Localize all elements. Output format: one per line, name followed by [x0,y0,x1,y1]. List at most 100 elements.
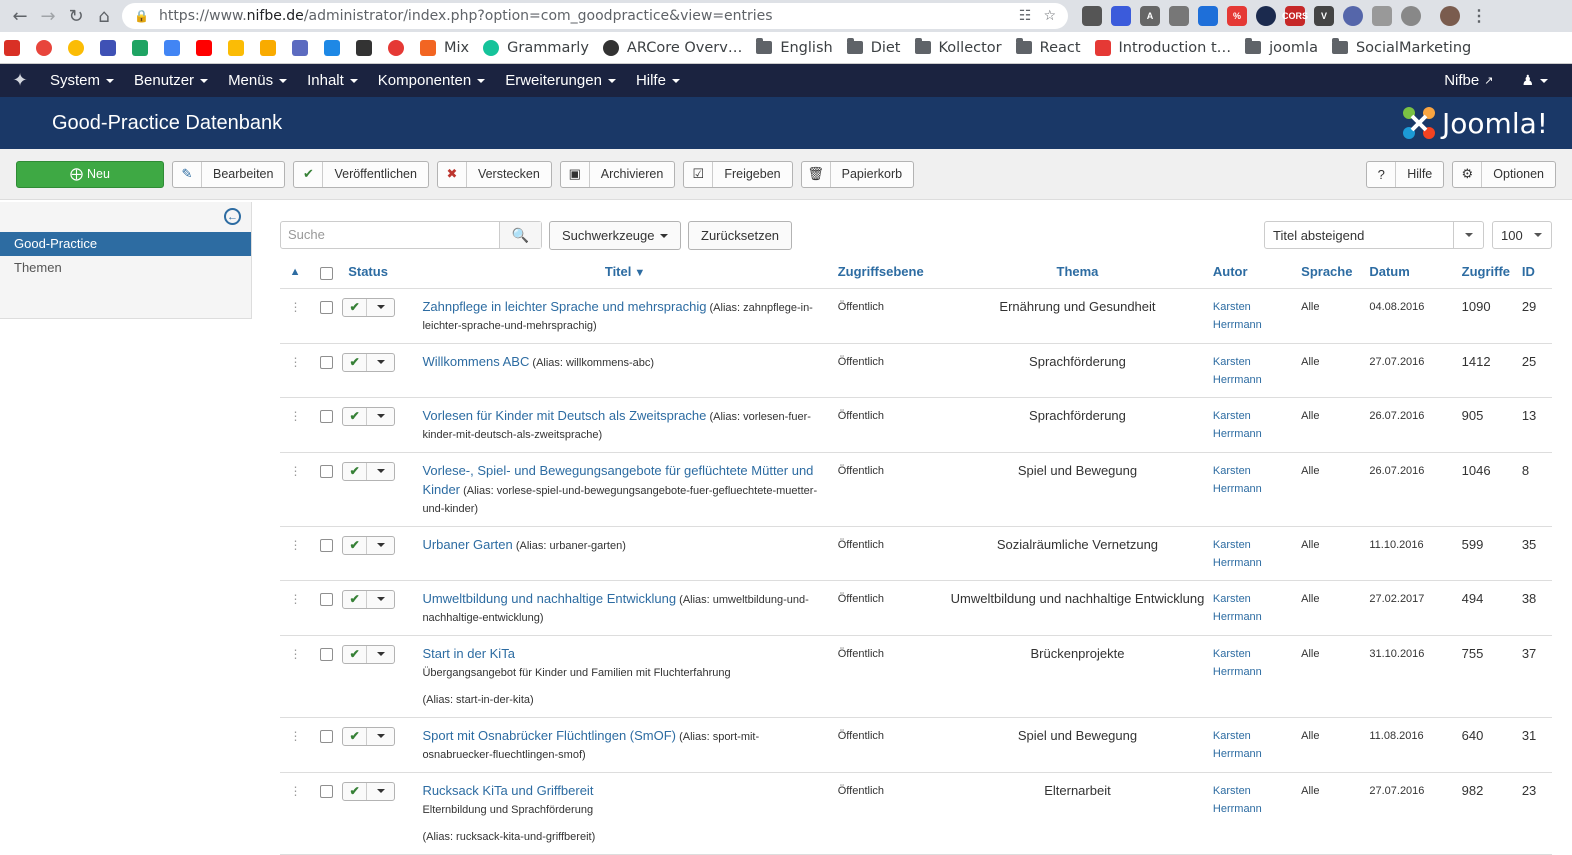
drag-handle-icon[interactable]: ⋮ [280,288,311,344]
author-link[interactable]: Karsten Herrmann [1213,593,1262,623]
status-dropdown-icon[interactable] [367,299,394,316]
bookmark-dots-icon[interactable] [388,39,404,56]
browser-menu-icon[interactable]: ⋮ [1469,6,1489,26]
extension-globe-icon[interactable] [1343,6,1363,26]
joomla-logo-icon[interactable]: ✦ [0,70,40,91]
status-toggle[interactable]: ✔ [342,726,396,746]
status-dropdown-icon[interactable] [367,646,394,663]
bookmark-mix[interactable]: Mix [420,39,469,56]
author-header[interactable]: Autor [1212,264,1302,289]
status-dropdown-icon[interactable] [367,728,394,745]
site-link[interactable]: Nifbe ↗ [1426,72,1511,89]
row-checkbox[interactable] [319,647,333,661]
published-check-icon[interactable]: ✔ [343,298,368,316]
bookmark-folder-socialmarketing[interactable]: SocialMarketing [1331,38,1471,56]
extension-power-icon[interactable] [1401,6,1421,26]
published-check-icon[interactable]: ✔ [343,727,368,745]
bookmark-flag-icon[interactable] [100,39,116,56]
row-checkbox[interactable] [319,464,333,478]
access-header[interactable]: Zugriffsebene [837,264,943,289]
drive-bookmark-icon[interactable] [132,39,148,56]
row-checkbox[interactable] [319,538,333,552]
published-check-icon[interactable]: ✔ [343,536,368,554]
status-dropdown-icon[interactable] [367,463,394,480]
author-link[interactable]: Karsten Herrmann [1213,785,1262,815]
sort-select[interactable]: Titel absteigend [1264,221,1484,249]
entry-title-link[interactable]: Vorlesen für Kinder mit Deutsch als Zwei… [422,408,706,423]
search-input[interactable]: Suche [281,222,499,248]
status-toggle[interactable]: ✔ [342,406,396,426]
home-icon[interactable]: ⌂ [90,2,118,30]
star-icon[interactable]: ☆ [1043,8,1056,24]
youtube-bookmark-icon[interactable] [196,39,212,56]
author-link[interactable]: Karsten Herrmann [1213,410,1262,440]
menu-hilfe[interactable]: Hilfe [626,72,690,89]
drag-handle-icon[interactable]: ⋮ [280,452,311,527]
entry-title-link[interactable]: Start in der KiTa [422,646,515,661]
checkin-button[interactable]: ☑ Freigeben [683,160,793,188]
bookmark-folder-joomla[interactable]: joomla [1245,38,1318,56]
status-toggle[interactable]: ✔ [342,781,396,801]
reset-button[interactable]: Zurücksetzen [688,221,793,250]
drag-handle-icon[interactable]: ⋮ [280,717,311,773]
profile-avatar[interactable] [1440,6,1460,26]
status-dropdown-icon[interactable] [367,537,394,554]
bookmark-folder-kollector[interactable]: Kollector [914,38,1002,56]
extension-cube-icon[interactable] [1082,6,1102,26]
unpublish-button[interactable]: ✖ Verstecken [436,160,552,188]
limit-select[interactable]: 100 [1492,221,1552,249]
bookmark-folder-react[interactable]: React [1015,38,1081,56]
edit-button[interactable]: ✎ Bearbeiten [172,160,286,188]
status-toggle[interactable]: ✔ [342,461,396,481]
chrome-bookmark-icon[interactable] [68,39,84,56]
sidebar-item-good-practice[interactable]: Good-Practice [0,232,251,256]
author-link[interactable]: Karsten Herrmann [1213,730,1262,760]
published-check-icon[interactable]: ✔ [343,462,368,480]
bookmark-building-icon[interactable] [292,39,308,56]
author-link[interactable]: Karsten Herrmann [1213,648,1262,678]
language-header[interactable]: Sprache [1301,264,1370,289]
bookmark-folder-english[interactable]: English [756,38,833,56]
search-tools-button[interactable]: Suchwerkzeuge [549,221,681,250]
status-dropdown-icon[interactable] [367,408,394,425]
extension-a-icon[interactable]: A [1140,6,1160,26]
bookmark-bolt-icon[interactable] [324,39,340,56]
extension-cors-icon[interactable]: CORS [1282,6,1308,26]
published-check-icon[interactable]: ✔ [343,353,368,371]
analytics-bookmark-icon[interactable] [260,39,276,56]
published-check-icon[interactable]: ✔ [343,782,368,800]
bookmark-grammarly[interactable]: Grammarly [483,39,589,56]
status-toggle[interactable]: ✔ [342,352,396,372]
forward-arrow-icon[interactable]: → [34,2,62,30]
extension-blue-icon[interactable] [1111,6,1131,26]
published-check-icon[interactable]: ✔ [343,590,368,608]
date-header[interactable]: Datum [1369,264,1462,289]
status-dropdown-icon[interactable] [367,354,394,371]
author-link[interactable]: Karsten Herrmann [1213,301,1262,331]
extension-diamond-icon[interactable] [1198,6,1218,26]
user-menu[interactable]: ♟ [1511,72,1558,89]
entry-title-link[interactable]: Rucksack KiTa und Griffbereit [422,783,593,798]
new-button[interactable]: ⨁ Neu [16,160,164,188]
menu-benutzer[interactable]: Benutzer [124,72,218,89]
archive-button[interactable]: ▣ Archivieren [559,160,676,188]
entry-title-link[interactable]: Urbaner Garten [422,537,512,552]
translate-bookmark-icon[interactable] [164,39,180,56]
menu-erweiterungen[interactable]: Erweiterungen [495,72,626,89]
bookmark-folder-diet[interactable]: Diet [846,38,901,56]
drag-handle-icon[interactable]: ⋮ [280,343,311,398]
status-toggle[interactable]: ✔ [342,535,396,555]
menu-system[interactable]: System [40,72,124,89]
status-header[interactable]: Status [342,264,423,289]
id-header[interactable]: ID [1521,264,1552,289]
drag-handle-icon[interactable]: ⋮ [280,397,311,453]
publish-button[interactable]: ✔ Veröffentlichen [293,160,429,188]
theme-header[interactable]: Thema [942,264,1213,289]
gmail-bookmark-icon[interactable] [4,39,20,56]
status-dropdown-icon[interactable] [367,783,394,800]
search-button[interactable]: 🔍 [499,222,541,248]
status-toggle[interactable]: ✔ [342,589,396,609]
bookmark-introduction[interactable]: Introduction t… [1094,39,1231,56]
entry-title-link[interactable]: Umweltbildung und nachhaltige Entwicklun… [422,591,676,606]
menu-komponenten[interactable]: Komponenten [368,72,495,89]
